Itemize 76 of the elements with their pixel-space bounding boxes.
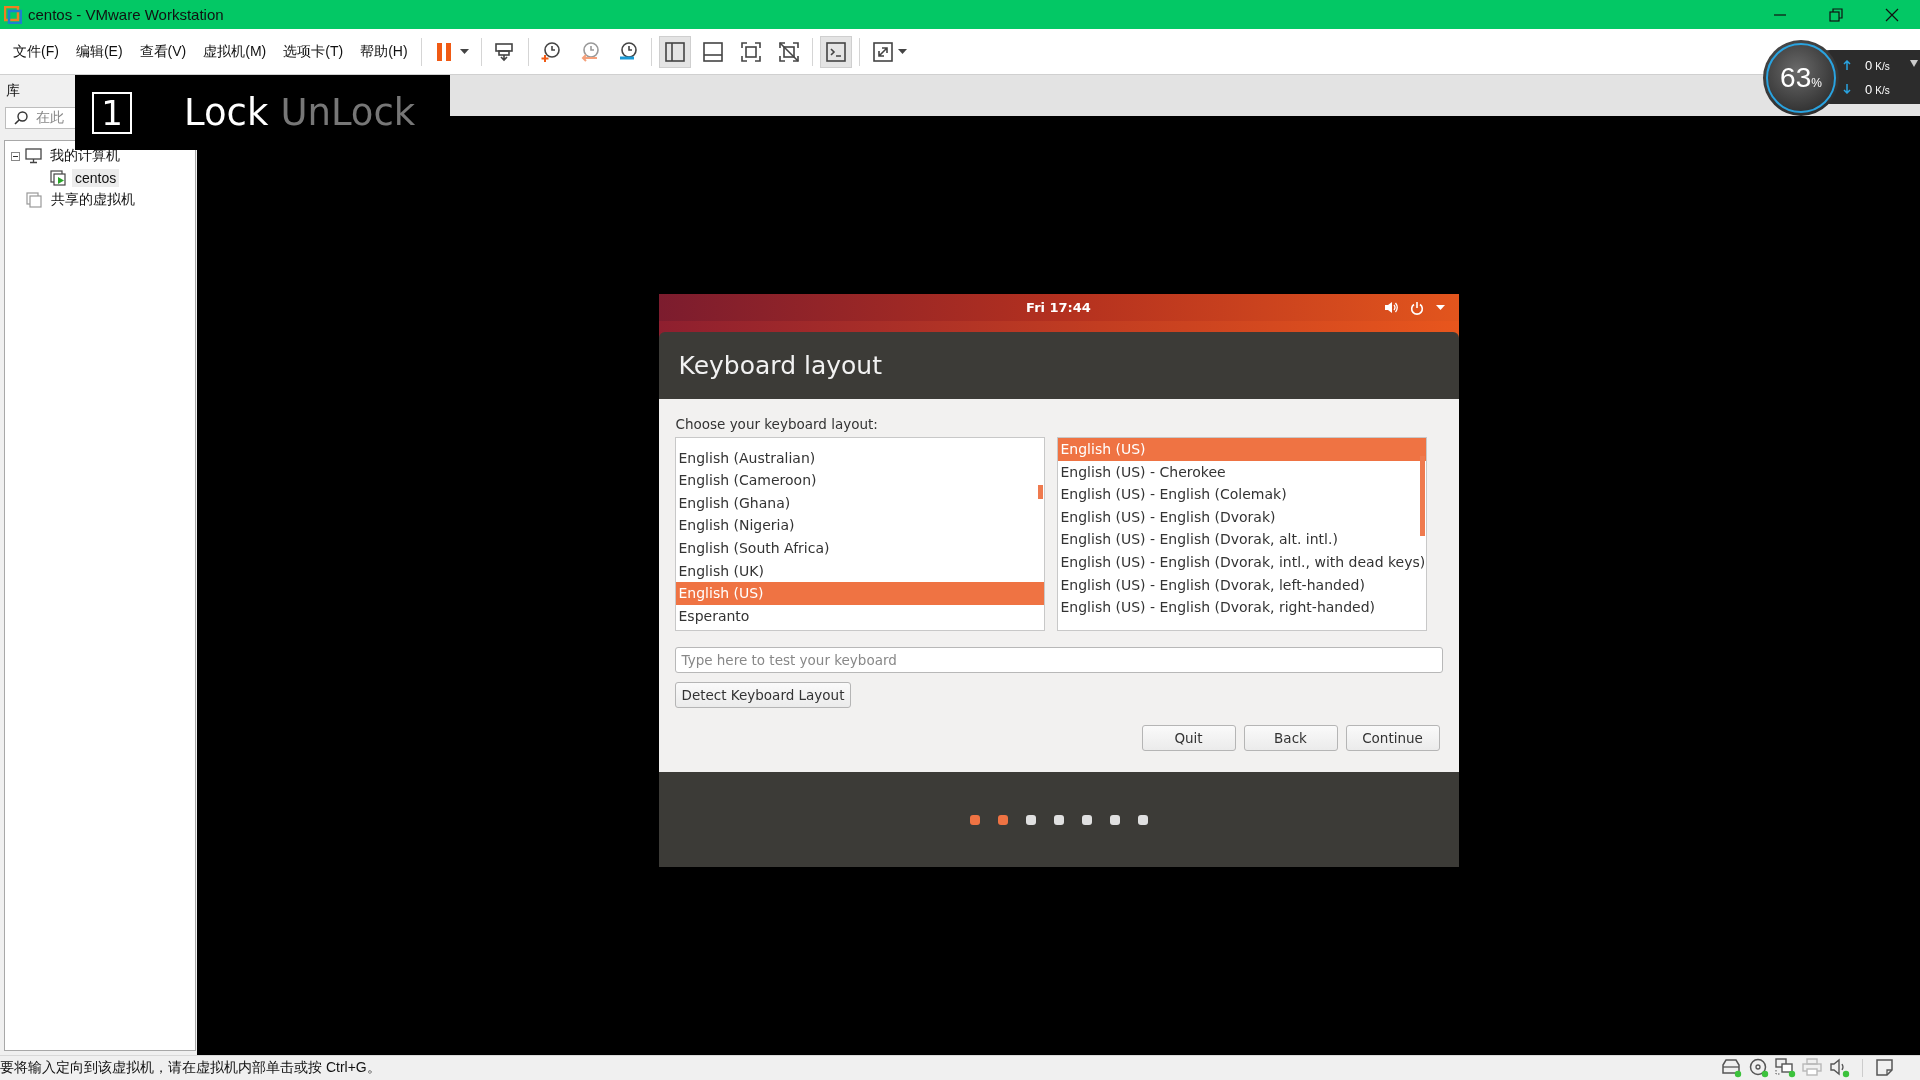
terminal-icon	[824, 40, 847, 63]
usage-value: 63	[1780, 62, 1812, 94]
dialog-button[interactable]: Quit	[1141, 725, 1236, 751]
menu-item[interactable]: 文件(F)	[5, 36, 67, 67]
tree-item[interactable]: centos	[72, 169, 120, 187]
detect-layout-button[interactable]: Detect Keyboard Layout	[674, 682, 852, 708]
list-item[interactable]: English (US) - English (Dvorak, intl., with dead keys)	[1057, 550, 1426, 574]
menu-item[interactable]: 编辑(E)	[67, 36, 131, 67]
number-badge: 1	[92, 91, 132, 134]
list-item[interactable]: English (US) - English (Dvorak, left-handed)	[1057, 573, 1426, 597]
speed-value: 0	[1865, 82, 1873, 97]
speed-unit: K/s	[1875, 61, 1890, 72]
crossed-square-icon	[777, 40, 800, 63]
scrollbar-thumb[interactable]	[1037, 485, 1043, 499]
lock-option[interactable]: Lock	[184, 91, 269, 134]
shared-vm-icon	[26, 192, 43, 208]
clock: Fri 17:44	[1026, 300, 1091, 315]
list-item[interactable]: English (South Africa)	[675, 536, 1044, 560]
fullscreen-icon	[739, 40, 762, 63]
send-keys-icon	[493, 40, 516, 63]
collapse-icon[interactable]	[11, 151, 20, 161]
list-item[interactable]: English (US) - English (Dvorak)	[1057, 505, 1426, 529]
list-item[interactable]: English (US) - English (Colemak)	[1057, 483, 1426, 506]
list-item[interactable]: English (Australian)	[675, 446, 1044, 470]
window-title: centos - VMware Workstation	[28, 6, 224, 23]
list-item[interactable]: Esperanto	[675, 604, 1044, 628]
list-item[interactable]: English (US) - Cherokee	[1057, 460, 1426, 484]
network-icon[interactable]	[1775, 1058, 1796, 1078]
status-message: 要将输入定向到该虚拟机，请在虚拟机内部单击或按 Ctrl+G。	[0, 1059, 381, 1077]
restore-icon[interactable]	[1829, 7, 1843, 22]
library-button[interactable]	[658, 35, 691, 68]
list-item[interactable]: English (Nigeria)	[675, 514, 1044, 537]
dialog-button[interactable]: Continue	[1345, 725, 1440, 751]
menu-item[interactable]: 虚拟机(M)	[195, 36, 275, 67]
list-item[interactable]: English (Cameroon)	[675, 469, 1044, 492]
caret-icon	[459, 49, 469, 54]
down-arrow-icon	[1843, 84, 1851, 94]
note-icon[interactable]	[1875, 1058, 1896, 1078]
dialog-button[interactable]: Back	[1243, 725, 1338, 751]
menu-item[interactable]: 帮助(H)	[352, 36, 416, 67]
dialog-title: Keyboard layout	[678, 351, 882, 380]
speaker-icon[interactable]	[1829, 1058, 1850, 1078]
search-field[interactable]: 在此	[5, 107, 75, 129]
console-button[interactable]	[819, 35, 852, 68]
dropdown-triangle-icon[interactable]	[1910, 60, 1918, 67]
caret-icon	[897, 49, 907, 54]
volume-icon[interactable]	[1383, 301, 1398, 314]
caret-icon[interactable]	[1435, 305, 1445, 310]
prompt-label: Choose your keyboard layout:	[675, 416, 879, 432]
lock-option[interactable]: UnLock	[280, 91, 416, 134]
disk-drive-icon[interactable]	[1721, 1058, 1742, 1078]
list-item[interactable]: English (US) - English (Dvorak, alt. intl.)	[1057, 528, 1426, 551]
bottom-panel-icon	[701, 40, 724, 63]
app-logo-icon	[4, 5, 22, 24]
test-input-field[interactable]: Type here to test your keyboard	[674, 647, 1443, 673]
clock-plus-icon	[540, 40, 563, 63]
menu-item[interactable]: 选项卡(T)	[275, 36, 352, 67]
tree-item[interactable]: 共享的虚拟机	[48, 190, 138, 210]
menu-item[interactable]: 查看(V)	[131, 36, 195, 67]
vm-icon	[50, 170, 67, 186]
expand-icon	[871, 40, 894, 63]
list-item[interactable]: English (Ghana)	[675, 491, 1044, 515]
list-item[interactable]: English (UK)	[675, 559, 1044, 583]
sidebar-layout-icon	[663, 40, 686, 63]
monitor-icon	[25, 148, 42, 164]
power-icon[interactable]	[1409, 300, 1424, 315]
close-icon[interactable]	[1885, 7, 1899, 22]
disc-icon[interactable]	[1748, 1058, 1769, 1078]
list-item[interactable]: English (US) - English (Dvorak, right-handed)	[1057, 596, 1426, 619]
search-icon	[14, 111, 28, 125]
speed-value: 0	[1865, 58, 1873, 73]
usage-unit: %	[1811, 76, 1822, 90]
scrollbar-thumb[interactable]	[1419, 456, 1425, 536]
library-title: 库	[5, 81, 21, 100]
up-arrow-icon	[1843, 60, 1851, 70]
speed-unit: K/s	[1875, 85, 1890, 96]
